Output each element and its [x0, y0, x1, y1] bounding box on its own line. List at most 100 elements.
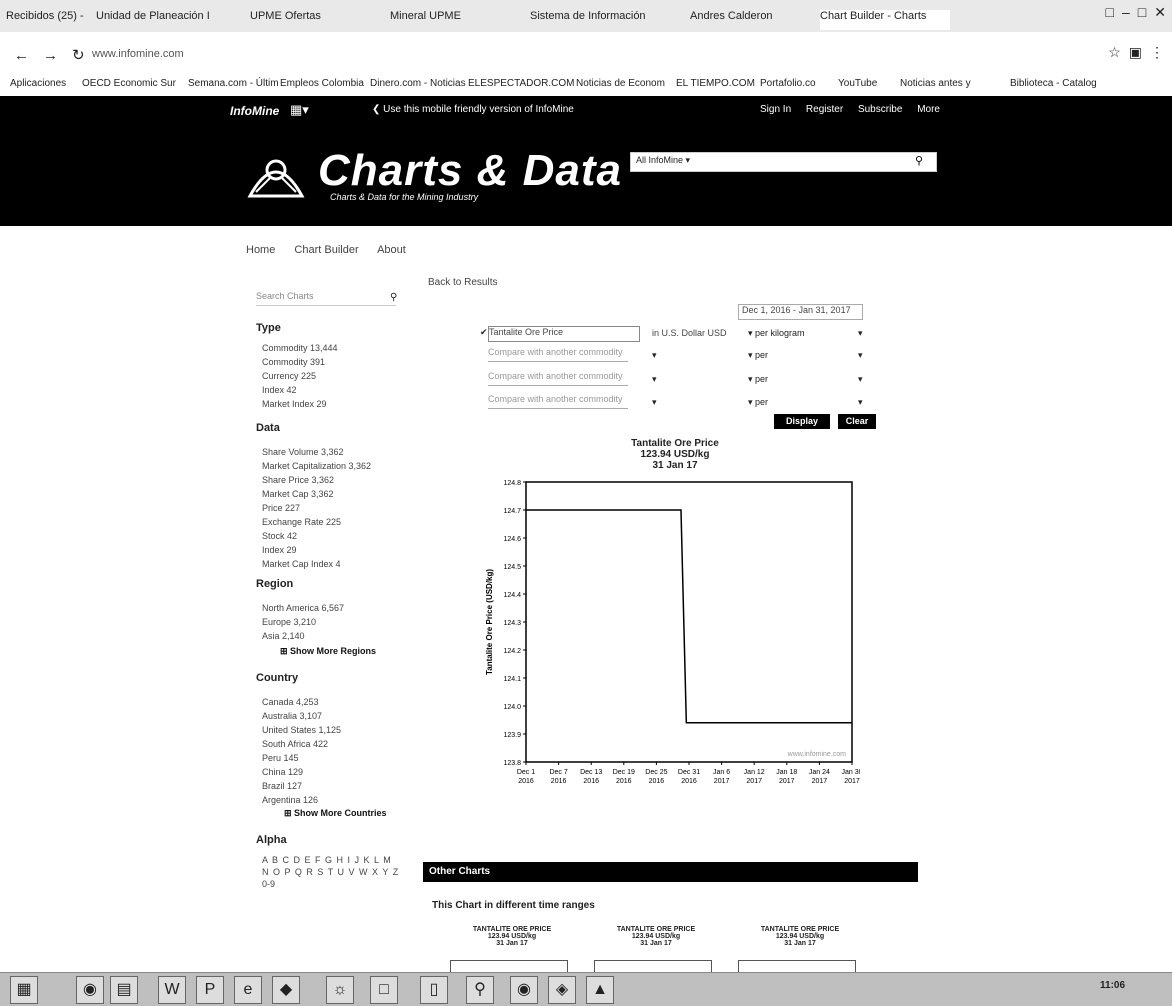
- show-more-regions-link[interactable]: ⊞ Show More Regions: [280, 646, 376, 657]
- commodity-select-1[interactable]: Tantalite Ore Price: [488, 326, 640, 342]
- facet-region[interactable]: North America 6,567: [262, 603, 344, 613]
- alpha-row[interactable]: 0-9: [262, 879, 275, 889]
- search-scope-select[interactable]: All InfoMine ▾: [636, 155, 690, 166]
- app-icon[interactable]: ◉: [510, 976, 538, 1004]
- facet-data[interactable]: Price 227: [262, 503, 300, 513]
- commodity-select-3[interactable]: Compare with another commodity: [488, 371, 628, 386]
- sidebar-search-input[interactable]: Search Charts: [256, 291, 396, 306]
- logo-title[interactable]: Charts & Data: [318, 146, 622, 196]
- facet-type[interactable]: Currency 225: [262, 371, 316, 381]
- reload-icon[interactable]: ↻: [72, 47, 85, 64]
- facet-data[interactable]: Index 29: [262, 545, 297, 555]
- menu-icon[interactable]: ⋮: [1150, 44, 1164, 60]
- currency-select-1[interactable]: in U.S. Dollar USD: [652, 328, 732, 342]
- nav-chart-builder[interactable]: Chart Builder: [294, 244, 358, 256]
- alpha-row[interactable]: A B C D E F G H I J K L M: [262, 855, 392, 865]
- register-link[interactable]: Register: [806, 104, 843, 115]
- commodity-select-4[interactable]: Compare with another commodity: [488, 394, 628, 409]
- bookmark[interactable]: OECD Economic Sur: [82, 78, 176, 89]
- facet-country[interactable]: United States 1,125: [262, 725, 341, 735]
- bookmark[interactable]: Dinero.com - Noticias: [370, 78, 466, 89]
- back-icon[interactable]: ←: [14, 47, 29, 64]
- maximize-icon[interactable]: □: [1138, 4, 1146, 20]
- facet-data[interactable]: Exchange Rate 225: [262, 517, 341, 527]
- search-icon[interactable]: ⚲: [915, 154, 923, 167]
- bookmark[interactable]: ELESPECTADOR.COM: [468, 78, 575, 89]
- facet-data[interactable]: Market Cap 3,362: [262, 489, 334, 499]
- minimize-icon[interactable]: –: [1122, 4, 1130, 20]
- dropdown-icon[interactable]: ▾: [858, 350, 863, 361]
- facet-country[interactable]: Australia 3,107: [262, 711, 322, 721]
- thumbnail-chart-1-title[interactable]: TANTALITE ORE PRICE 123.94 USD/kg 31 Jan 1…: [452, 926, 572, 947]
- dropdown-icon[interactable]: ▾: [652, 350, 657, 361]
- chrome-icon[interactable]: ◉: [76, 976, 104, 1004]
- thumbnail-chart-3-title[interactable]: TANTALITE ORE PRICE 123.94 USD/kg 31 Jan 1…: [740, 926, 860, 947]
- user-icon[interactable]: □: [1106, 4, 1114, 20]
- dropdown-icon[interactable]: ▾: [858, 397, 863, 408]
- facet-country[interactable]: Brazil 127: [262, 781, 302, 791]
- start-icon[interactable]: ▦: [10, 976, 38, 1004]
- bookmark[interactable]: Noticias antes y: [900, 78, 971, 89]
- facet-type[interactable]: Commodity 391: [262, 357, 325, 367]
- bookmark[interactable]: Aplicaciones: [10, 78, 66, 89]
- sign-in-link[interactable]: Sign In: [760, 104, 791, 115]
- facet-type[interactable]: Commodity 13,444: [262, 343, 338, 353]
- bookmark[interactable]: Noticias de Econom: [576, 78, 665, 89]
- app-icon[interactable]: ☼: [326, 976, 354, 1004]
- commodity-select-2[interactable]: Compare with another commodity: [488, 347, 628, 362]
- facet-country[interactable]: China 129: [262, 767, 303, 777]
- unit-select-3[interactable]: ▾ per: [748, 374, 768, 385]
- search-icon[interactable]: ⚲: [390, 292, 397, 303]
- alpha-row[interactable]: N O P Q R S T U V W X Y Z: [262, 867, 399, 877]
- facet-data[interactable]: Share Volume 3,362: [262, 447, 344, 457]
- tab-chart-builder[interactable]: Chart Builder - Charts: [820, 10, 950, 30]
- bookmark[interactable]: Portafolio.co: [760, 78, 816, 89]
- tab-gmail[interactable]: Recibidos (25) - jorge: [6, 10, 86, 30]
- bookmark[interactable]: Biblioteca - Catalog: [1010, 78, 1097, 89]
- facet-data[interactable]: Market Capitalization 3,362: [262, 461, 371, 471]
- extension-icon[interactable]: ▣: [1129, 44, 1142, 60]
- display-button[interactable]: Display: [774, 414, 830, 429]
- show-more-countries-link[interactable]: ⊞ Show More Countries: [284, 808, 387, 819]
- facet-type[interactable]: Market Index 29: [262, 399, 327, 409]
- clear-button[interactable]: Clear: [838, 414, 876, 429]
- tab-andres[interactable]: Andres Calderon: [690, 10, 815, 30]
- bookmark[interactable]: YouTube: [838, 78, 877, 89]
- app-icon[interactable]: ◆: [272, 976, 300, 1004]
- facet-data[interactable]: Market Cap Index 4: [262, 559, 341, 569]
- facet-region[interactable]: Asia 2,140: [262, 631, 305, 641]
- facet-country[interactable]: Peru 145: [262, 753, 299, 763]
- app-icon[interactable]: □: [370, 976, 398, 1004]
- date-range-input[interactable]: Dec 1, 2016 - Jan 31, 2017: [738, 304, 863, 320]
- mobile-promo-link[interactable]: ❮ Use this mobile friendly version of In…: [372, 104, 574, 115]
- app-icon[interactable]: ▯: [420, 976, 448, 1004]
- grid-menu-icon[interactable]: ▦▾: [290, 102, 309, 118]
- more-link[interactable]: More: [917, 104, 940, 115]
- unit-select-1[interactable]: ▾ per kilogram: [748, 328, 805, 339]
- facet-country[interactable]: South Africa 422: [262, 739, 328, 749]
- facet-data[interactable]: Stock 42: [262, 531, 297, 541]
- dropdown-icon[interactable]: ▾: [652, 397, 657, 408]
- dropdown-icon[interactable]: ▾: [858, 374, 863, 385]
- star-icon[interactable]: ☆: [1108, 44, 1121, 60]
- pdf-icon[interactable]: ▲: [586, 976, 614, 1004]
- nav-about[interactable]: About: [377, 244, 406, 256]
- facet-type[interactable]: Index 42: [262, 385, 297, 395]
- app-icon[interactable]: ⚲: [466, 976, 494, 1004]
- facet-data[interactable]: Share Price 3,362: [262, 475, 334, 485]
- url-field[interactable]: www.infomine.com: [92, 48, 184, 60]
- tab-upme-planning[interactable]: Unidad de Planeación I: [96, 10, 246, 30]
- unit-select-4[interactable]: ▾ per: [748, 397, 768, 408]
- bookmark[interactable]: EL TIEMPO.COM: [676, 78, 755, 89]
- dropdown-icon[interactable]: ▾: [858, 328, 863, 339]
- word-icon[interactable]: W: [158, 976, 186, 1004]
- thumbnail-chart-2-title[interactable]: TANTALITE ORE PRICE 123.94 USD/kg 31 Jan 1…: [596, 926, 716, 947]
- forward-icon[interactable]: →: [43, 47, 58, 64]
- close-icon[interactable]: ✕: [1154, 4, 1166, 20]
- bookmark[interactable]: Empleos Colombia: [280, 78, 364, 89]
- facet-country[interactable]: Canada 4,253: [262, 697, 319, 707]
- infomine-brand[interactable]: InfoMine: [230, 104, 279, 118]
- bookmark[interactable]: Semana.com - Últim: [188, 78, 279, 89]
- facet-country[interactable]: Argentina 126: [262, 795, 318, 805]
- tab-upme-offers[interactable]: UPME Ofertas: [250, 10, 380, 30]
